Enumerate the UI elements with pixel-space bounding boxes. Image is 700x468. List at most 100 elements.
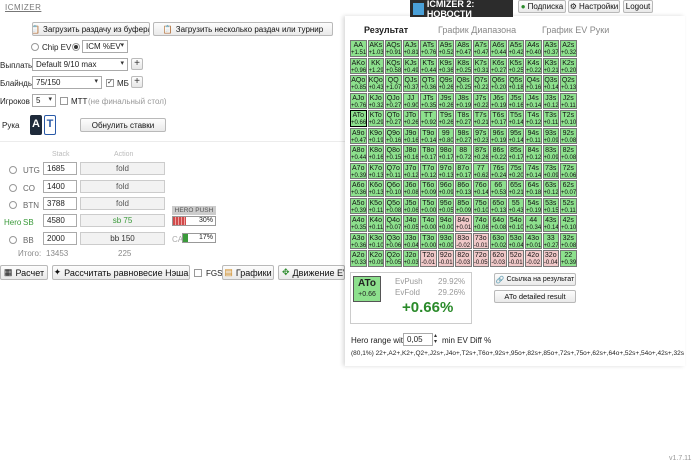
- grid-cell[interactable]: 95s +0.14: [507, 127, 524, 144]
- grid-cell[interactable]: A7s +0.47: [472, 40, 489, 57]
- payouts-select[interactable]: Default 9/10 max ▾: [32, 58, 128, 71]
- grid-cell[interactable]: A6s +0.44: [490, 40, 507, 57]
- grid-cell[interactable]: 86s +0.22: [490, 145, 507, 162]
- grid-cell[interactable]: A4o +0.35: [350, 215, 367, 232]
- grid-cell[interactable]: AKs +1.03: [367, 40, 384, 57]
- grid-cell[interactable]: 62o -0.03: [490, 250, 507, 267]
- chip-ev-radio[interactable]: [31, 43, 39, 51]
- grid-cell[interactable]: 99 +0.80: [437, 127, 454, 144]
- nash-button[interactable]: ✦ Рассчитать равновесие Нэша: [52, 265, 190, 280]
- ev-move-button[interactable]: ✥ Движение EV: [278, 265, 345, 280]
- grid-cell[interactable]: T8s +0.27: [455, 110, 472, 127]
- grid-cell[interactable]: JJ +0.90: [402, 92, 419, 109]
- grid-cell[interactable]: 72s +0.06: [560, 162, 577, 179]
- grid-cell[interactable]: 53o +0.04: [507, 232, 524, 249]
- grid-cell[interactable]: ATo +0.66: [350, 110, 367, 127]
- grid-cell[interactable]: K8s +0.25: [455, 57, 472, 74]
- grid-cell[interactable]: 52o -0.01: [507, 250, 524, 267]
- hand-card-2[interactable]: T: [44, 115, 56, 135]
- calc-button[interactable]: ▦ Расчет: [0, 265, 48, 280]
- grid-cell[interactable]: K3s +0.21: [542, 57, 559, 74]
- grid-cell[interactable]: K7o +0.13: [367, 162, 384, 179]
- grid-cell[interactable]: AQs +0.91: [385, 40, 402, 57]
- grid-cell[interactable]: K6o +0.13: [367, 180, 384, 197]
- grid-cell[interactable]: 43s +0.14: [542, 215, 559, 232]
- load-many-button[interactable]: 📋 Загрузить несколько раздач или турнир: [153, 22, 333, 36]
- grid-cell[interactable]: J5o +0.06: [402, 197, 419, 214]
- grid-cell[interactable]: 83o -0.02: [455, 232, 472, 249]
- grid-cell[interactable]: Q4s +0.16: [525, 75, 542, 92]
- settings-button[interactable]: ⚙ Настройки: [568, 0, 620, 13]
- seat-radio-co[interactable]: [9, 184, 17, 192]
- grid-cell[interactable]: KJs +0.49: [402, 57, 419, 74]
- grid-cell[interactable]: K5o +0.11: [367, 197, 384, 214]
- grid-cell[interactable]: K7s +0.31: [472, 57, 489, 74]
- grid-cell[interactable]: 87o +0.17: [455, 162, 472, 179]
- hero-push-bar[interactable]: 30%: [172, 216, 216, 226]
- grid-cell[interactable]: 66 +0.53: [490, 180, 507, 197]
- grid-cell[interactable]: J7o +0.12: [402, 162, 419, 179]
- grid-cell[interactable]: 54s +0.19: [525, 197, 542, 214]
- grid-cell[interactable]: 75o +0.10: [472, 197, 489, 214]
- mb-checkbox[interactable]: ✓: [106, 79, 114, 87]
- grid-cell[interactable]: 65o +0.13: [490, 197, 507, 214]
- fgs-checkbox[interactable]: [194, 269, 202, 277]
- grid-cell[interactable]: A2o +0.33: [350, 250, 367, 267]
- grid-cell[interactable]: Q2s +0.13: [560, 75, 577, 92]
- grid-cell[interactable]: 88 +0.72: [455, 145, 472, 162]
- grid-cell[interactable]: A2s +0.32: [560, 40, 577, 57]
- grid-cell[interactable]: T6s +0.17: [490, 110, 507, 127]
- grid-cell[interactable]: Q2o +0.05: [385, 250, 402, 267]
- stack-input-bb[interactable]: 2000: [43, 232, 77, 245]
- min-ev-input[interactable]: 0,05: [403, 333, 433, 346]
- grid-cell[interactable]: J7s +0.22: [472, 92, 489, 109]
- grid-cell[interactable]: J4o +0.05: [402, 215, 419, 232]
- grid-cell[interactable]: Q7s +0.22: [472, 75, 489, 92]
- grid-cell[interactable]: J6o +0.08: [402, 180, 419, 197]
- tab-result[interactable]: Результат: [364, 25, 408, 35]
- grid-cell[interactable]: 84s +0.12: [525, 145, 542, 162]
- grid-cell[interactable]: 72o -0.05: [472, 250, 489, 267]
- grid-cell[interactable]: 32o -0.04: [542, 250, 559, 267]
- grid-cell[interactable]: KQs +0.58: [385, 57, 402, 74]
- grid-cell[interactable]: K6s +0.27: [490, 57, 507, 74]
- mtt-checkbox[interactable]: [60, 97, 68, 105]
- grid-cell[interactable]: K4o +0.11: [367, 215, 384, 232]
- grid-cell[interactable]: K4s +0.22: [525, 57, 542, 74]
- grid-cell[interactable]: A8o +0.44: [350, 145, 367, 162]
- tab-range-graph[interactable]: График Диапазона: [438, 25, 516, 35]
- grid-cell[interactable]: QJo +0.27: [385, 92, 402, 109]
- stack-input-btn[interactable]: 3788: [43, 197, 77, 210]
- grid-cell[interactable]: 73s +0.09: [542, 162, 559, 179]
- grid-cell[interactable]: T4o +0.00: [420, 215, 437, 232]
- grid-cell[interactable]: QQ +1.07: [385, 75, 402, 92]
- grid-cell[interactable]: 86o +0.13: [455, 180, 472, 197]
- grid-cell[interactable]: ATs +0.76: [420, 40, 437, 57]
- grid-cell[interactable]: 93s +0.09: [542, 127, 559, 144]
- action-utg[interactable]: fold: [80, 162, 165, 175]
- grid-cell[interactable]: A5o +0.39: [350, 197, 367, 214]
- grid-cell[interactable]: A3s +0.37: [542, 40, 559, 57]
- grid-cell[interactable]: J6s +0.19: [490, 92, 507, 109]
- grid-cell[interactable]: T6o +0.09: [420, 180, 437, 197]
- stack-input-utg[interactable]: 1685: [43, 162, 77, 175]
- grid-cell[interactable]: 95o +0.05: [437, 197, 454, 214]
- grid-cell[interactable]: 92o -0.01: [437, 250, 454, 267]
- ca-bar[interactable]: 17%: [182, 233, 216, 243]
- grid-cell[interactable]: QTo +0.27: [385, 110, 402, 127]
- grid-cell[interactable]: AA +1.51: [350, 40, 367, 57]
- grid-cell[interactable]: K9s +0.36: [437, 57, 454, 74]
- grid-cell[interactable]: KTo +0.29: [367, 110, 384, 127]
- grid-cell[interactable]: JTo +0.26: [402, 110, 419, 127]
- grid-cell[interactable]: K5s +0.25: [507, 57, 524, 74]
- grid-cell[interactable]: 62s +0.07: [560, 180, 577, 197]
- grid-cell[interactable]: J4s +0.14: [525, 92, 542, 109]
- grid-cell[interactable]: 93o +0.00: [437, 232, 454, 249]
- grid-cell[interactable]: J3s +0.12: [542, 92, 559, 109]
- stepper-icon[interactable]: ▴ ▾: [434, 333, 437, 345]
- add-payouts-button[interactable]: +: [131, 58, 143, 70]
- grid-cell[interactable]: 65s +0.21: [507, 180, 524, 197]
- grid-cell[interactable]: 83s +0.09: [542, 145, 559, 162]
- grid-cell[interactable]: Q9s +0.26: [437, 75, 454, 92]
- grid-cell[interactable]: 74o +0.06: [472, 215, 489, 232]
